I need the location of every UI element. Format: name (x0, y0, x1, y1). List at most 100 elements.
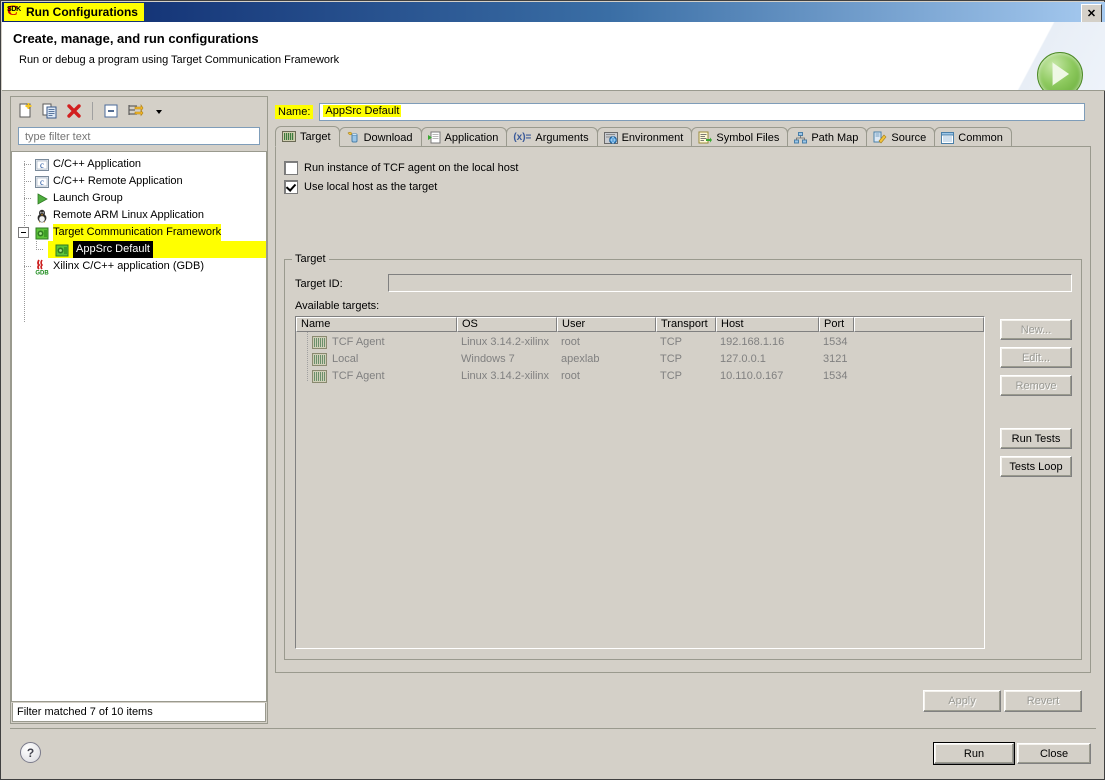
tab-target[interactable]: Target (275, 126, 340, 147)
table-row[interactable]: TCF Agent Linux 3.14.2-xilinx root TCP 1… (296, 334, 984, 351)
target-id-label: Target ID: (295, 278, 343, 290)
column-header-user[interactable]: User (557, 317, 656, 332)
left-toolbar (10, 97, 271, 125)
column-header-os[interactable]: OS (457, 317, 557, 332)
filter-arrow-icon[interactable] (124, 100, 146, 122)
launch-config-tree[interactable]: c C/C++ Application c C/C++ Remote Appli… (11, 151, 267, 702)
target-tab-panel: Run instance of TCF agent on the local h… (275, 146, 1091, 673)
target-board-icon (282, 131, 296, 142)
tree-item-label: AppSrc Default (73, 241, 153, 258)
source-icon (873, 131, 887, 144)
page-subtitle: Run or debug a program using Target Comm… (19, 54, 340, 66)
cell-host: 192.168.1.16 (720, 336, 785, 348)
sdk-icon: C SDK (6, 4, 23, 20)
copy-icon[interactable] (39, 100, 61, 122)
tab-arguments[interactable]: (x)= Arguments (506, 127, 598, 147)
new-document-icon[interactable] (15, 100, 37, 122)
config-name-value: AppSrc Default (323, 105, 402, 117)
tab-source[interactable]: Source (866, 127, 936, 147)
cell-port: 1534 (823, 336, 848, 348)
tab-label: Application (444, 131, 499, 144)
checkbox-label: Run instance of TCF agent on the local h… (304, 162, 519, 174)
run-tcf-agent-checkbox[interactable] (284, 161, 298, 175)
checkbox-row-use-local-host[interactable]: Use local host as the target (284, 180, 437, 194)
collapse-all-icon[interactable] (100, 100, 122, 122)
tree-item-label: C/C++ Application (53, 158, 142, 170)
chevron-down-icon[interactable] (148, 100, 170, 122)
filter-input-wrapper[interactable] (18, 127, 263, 145)
run-tests-button[interactable]: Run Tests (1000, 428, 1072, 449)
tree-item-appsrc-default[interactable]: AppSrc Default (12, 241, 266, 258)
tab-environment[interactable]: Environment (596, 127, 693, 147)
toolbar-separator (92, 102, 93, 120)
run-button[interactable]: Run (933, 742, 1015, 765)
window-title: Run Configurations (26, 5, 138, 19)
delete-red-x-icon[interactable] (63, 100, 85, 122)
search-input[interactable] (23, 130, 263, 144)
cell-user: apexlab (561, 353, 600, 365)
tree-item-remote-arm-linux-application[interactable]: Remote ARM Linux Application (12, 207, 266, 224)
table-tree-guide (307, 332, 308, 382)
tab-label: Arguments (535, 131, 589, 144)
column-header-extra[interactable] (854, 317, 984, 332)
help-icon[interactable]: ? (20, 742, 41, 763)
cell-transport: TCP (660, 353, 682, 365)
arguments-icon: (x)= (513, 132, 532, 143)
column-header-host[interactable]: Host (716, 317, 819, 332)
tcf-agent-icon (312, 353, 327, 366)
config-name-row: Name: AppSrc Default (275, 101, 1091, 123)
tab-label: Source (891, 131, 927, 144)
table-row[interactable]: TCF Agent Linux 3.14.2-xilinx root TCP 1… (296, 368, 984, 385)
use-local-host-checkbox[interactable] (284, 180, 298, 194)
tree-item-launch-group[interactable]: Launch Group (12, 190, 266, 207)
tcf-icon (34, 225, 50, 241)
config-name-input[interactable]: AppSrc Default (319, 103, 1086, 121)
tree-item-c-remote-application[interactable]: c C/C++ Remote Application (12, 173, 266, 190)
close-button[interactable]: Close (1017, 743, 1091, 764)
c-application-icon: c (34, 157, 50, 173)
remove-target-button[interactable]: Remove (1000, 375, 1072, 396)
gdb-icon: GDB (34, 259, 50, 275)
tree-item-label: Launch Group (53, 192, 123, 204)
svg-text:GDB: GDB (35, 270, 49, 275)
tab-common[interactable]: Common (934, 127, 1012, 147)
cell-os: Windows 7 (461, 353, 515, 365)
available-targets-label: Available targets: (295, 300, 380, 312)
new-target-button[interactable]: New... (1000, 319, 1072, 340)
tcf-agent-icon (312, 336, 327, 349)
target-id-input[interactable] (388, 274, 1072, 292)
tab-label: Download (363, 131, 413, 144)
close-icon[interactable]: ✕ (1081, 4, 1102, 23)
tree-expander-minus-icon[interactable] (18, 227, 29, 238)
table-row[interactable]: Local Windows 7 apexlab TCP 127.0.0.1 31… (296, 351, 984, 368)
cell-name: TCF Agent (332, 336, 385, 348)
available-targets-table[interactable]: Name OS User Transport Host Port TCF Age… (295, 316, 985, 649)
column-header-transport[interactable]: Transport (656, 317, 716, 332)
dialog-header: Create, manage, and run configurations R… (2, 22, 1105, 91)
tab-label: Symbol Files (716, 131, 780, 144)
tab-label: Common (958, 131, 1003, 144)
checkbox-row-run-tcf-agent[interactable]: Run instance of TCF agent on the local h… (284, 161, 518, 175)
column-header-name[interactable]: Name (296, 317, 457, 332)
column-header-port[interactable]: Port (819, 317, 854, 332)
tests-loop-button[interactable]: Tests Loop (1000, 456, 1072, 477)
tree-item-target-communication-framework[interactable]: Target Communication Framework (12, 224, 266, 241)
cell-user: root (561, 370, 580, 382)
tree-item-c-application[interactable]: c C/C++ Application (12, 156, 266, 173)
tab-application[interactable]: Application (420, 127, 508, 147)
svg-text:c: c (40, 160, 44, 170)
tab-label: Path Map (811, 131, 859, 144)
tab-label: Environment (621, 131, 684, 144)
target-group-legend: Target (292, 253, 329, 265)
svg-text:c: c (40, 177, 44, 187)
tab-download[interactable]: Download (338, 127, 422, 147)
footer-divider (10, 728, 1096, 729)
tree-item-xilinx-gdb-application[interactable]: GDB Xilinx C/C++ application (GDB) (12, 258, 266, 275)
apply-button[interactable]: Apply (923, 690, 1001, 712)
tab-symbol-files[interactable]: Symbol Files (691, 127, 789, 147)
tab-path-map[interactable]: Path Map (787, 127, 868, 147)
download-icon (346, 131, 360, 144)
edit-target-button[interactable]: Edit... (1000, 347, 1072, 368)
revert-button[interactable]: Revert (1004, 690, 1082, 712)
launch-group-icon (34, 191, 50, 207)
